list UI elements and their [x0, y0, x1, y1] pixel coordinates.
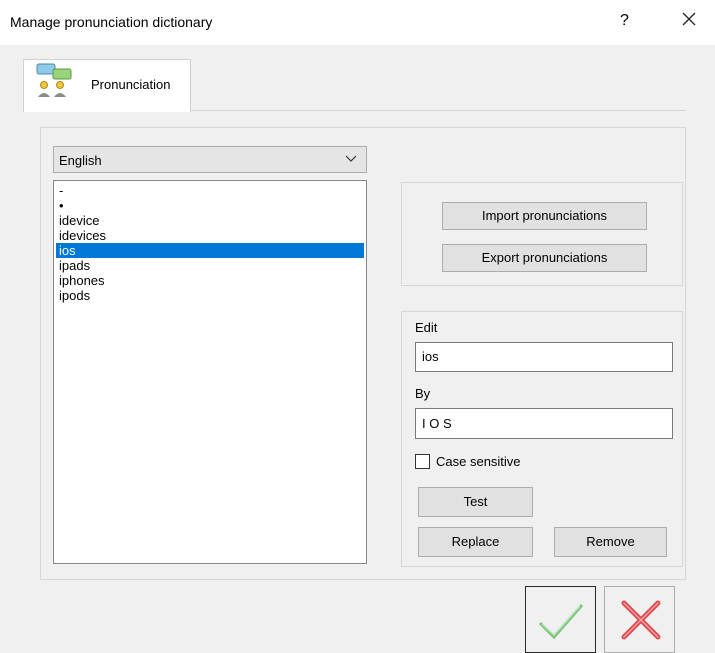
list-item[interactable]: ipods: [56, 288, 364, 303]
cancel-button[interactable]: [604, 586, 675, 653]
list-item-selected[interactable]: ios: [56, 243, 364, 258]
green-checkmark-icon: [538, 604, 584, 640]
import-pronunciations-button[interactable]: Import pronunciations: [442, 202, 647, 230]
export-pronunciations-button[interactable]: Export pronunciations: [442, 244, 647, 272]
language-select-value: English: [59, 153, 102, 168]
list-item[interactable]: ipads: [56, 258, 364, 273]
people-chat-icon: [36, 63, 72, 97]
help-button[interactable]: ?: [620, 12, 629, 30]
by-label: By: [415, 386, 431, 401]
replace-button[interactable]: Replace: [418, 527, 533, 557]
test-button[interactable]: Test: [418, 487, 533, 517]
list-item[interactable]: iphones: [56, 273, 364, 288]
tab-label: Pronunciation: [91, 77, 171, 92]
list-item[interactable]: •: [56, 198, 364, 213]
remove-button[interactable]: Remove: [554, 527, 667, 557]
close-button[interactable]: [680, 8, 698, 34]
close-icon: [682, 12, 696, 26]
word-list[interactable]: - • idevice idevices ios ipads iphones i…: [53, 180, 367, 564]
red-x-icon: [621, 600, 661, 640]
tab-divider: [190, 110, 686, 111]
case-sensitive-label[interactable]: Case sensitive: [436, 454, 521, 469]
list-item[interactable]: -: [56, 183, 364, 198]
edit-field[interactable]: ios: [415, 342, 673, 372]
by-field[interactable]: I O S: [415, 408, 673, 439]
case-sensitive-checkbox[interactable]: [415, 454, 430, 469]
list-item[interactable]: idevice: [56, 213, 364, 228]
edit-label: Edit: [415, 320, 438, 335]
window-title: Manage pronunciation dictionary: [10, 14, 213, 30]
list-item[interactable]: idevices: [56, 228, 364, 243]
language-select[interactable]: English: [53, 146, 367, 173]
chevron-down-icon: [345, 155, 357, 162]
ok-button[interactable]: [525, 586, 596, 653]
